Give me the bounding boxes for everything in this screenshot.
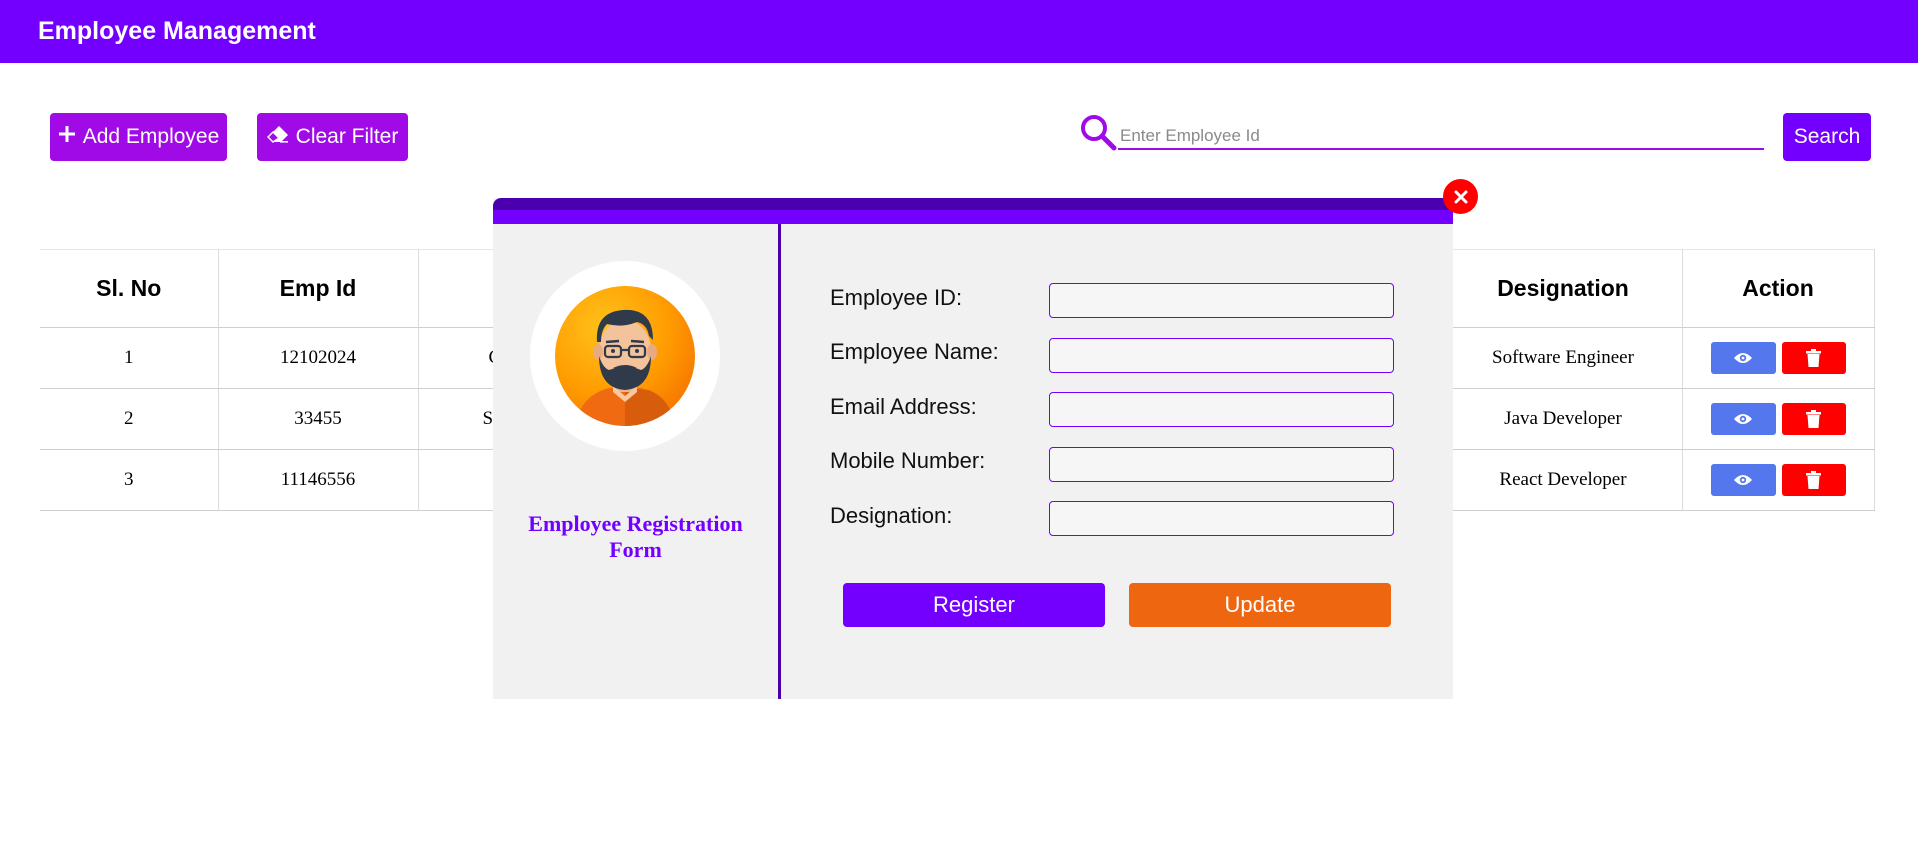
designation-field[interactable] [1049,501,1394,536]
trash-icon [1806,471,1821,489]
cell-emp-id: 11146556 [218,449,419,511]
cell-action [1682,327,1875,389]
cell-emp-id: 33455 [218,388,419,450]
clear-filter-button[interactable]: Clear Filter [257,113,408,161]
view-button[interactable] [1710,403,1776,435]
cell-sl-no: 2 [40,388,219,450]
cell-designation: Java Developer [1444,388,1683,450]
view-button[interactable] [1710,342,1776,374]
trash-icon [1806,349,1821,367]
delete-button[interactable] [1781,464,1846,496]
column-header-action: Action [1682,249,1875,328]
employee-name-field[interactable] [1049,338,1394,373]
plus-icon [58,125,76,149]
avatar [553,284,697,428]
clear-filter-label: Clear Filter [295,125,399,148]
employee-id-field[interactable] [1049,283,1394,318]
close-modal-button[interactable] [1443,179,1478,214]
registration-modal: Employee Registration Form Employee ID: … [493,198,1453,699]
add-employee-label: Add Employee [82,125,220,148]
search-icon [1079,113,1117,151]
cell-designation: Software Engineer [1444,327,1683,389]
search-button[interactable]: Search [1783,113,1871,161]
cell-action [1682,388,1875,450]
cell-sl-no: 1 [40,327,219,389]
update-button[interactable]: Update [1129,583,1391,627]
email-field[interactable] [1049,392,1394,427]
column-header-designation: Designation [1444,249,1683,328]
add-employee-button[interactable]: Add Employee [50,113,227,161]
mobile-field[interactable] [1049,447,1394,482]
cell-sl-no: 3 [40,449,219,511]
eraser-icon [266,125,289,149]
eye-icon [1734,475,1752,485]
employee-name-label: Employee Name: [830,339,999,364]
delete-button[interactable] [1781,403,1846,435]
delete-button[interactable] [1781,342,1846,374]
top-bar: Employee Management [0,0,1918,63]
email-label: Email Address: [830,394,977,419]
cell-action [1682,449,1875,511]
app-title: Employee Management [38,17,316,45]
employee-id-label: Employee ID: [830,285,963,310]
mobile-label: Mobile Number: [830,448,986,473]
modal-divider [778,224,781,699]
column-header-sl-no: Sl. No [40,249,219,328]
employee-id-search-input[interactable] [1118,124,1764,150]
eye-icon [1734,414,1752,424]
close-icon [1454,190,1467,203]
designation-label: Designation: [830,503,953,528]
eye-icon [1734,353,1752,363]
column-header-emp-id: Emp Id [218,249,419,328]
cell-designation: React Developer [1444,449,1683,511]
cell-emp-id: 12102024 [218,327,419,389]
trash-icon [1806,410,1821,428]
modal-header-bar [493,198,1453,224]
register-button[interactable]: Register [843,583,1105,627]
view-button[interactable] [1710,464,1776,496]
form-caption: Employee Registration Form [528,511,743,562]
